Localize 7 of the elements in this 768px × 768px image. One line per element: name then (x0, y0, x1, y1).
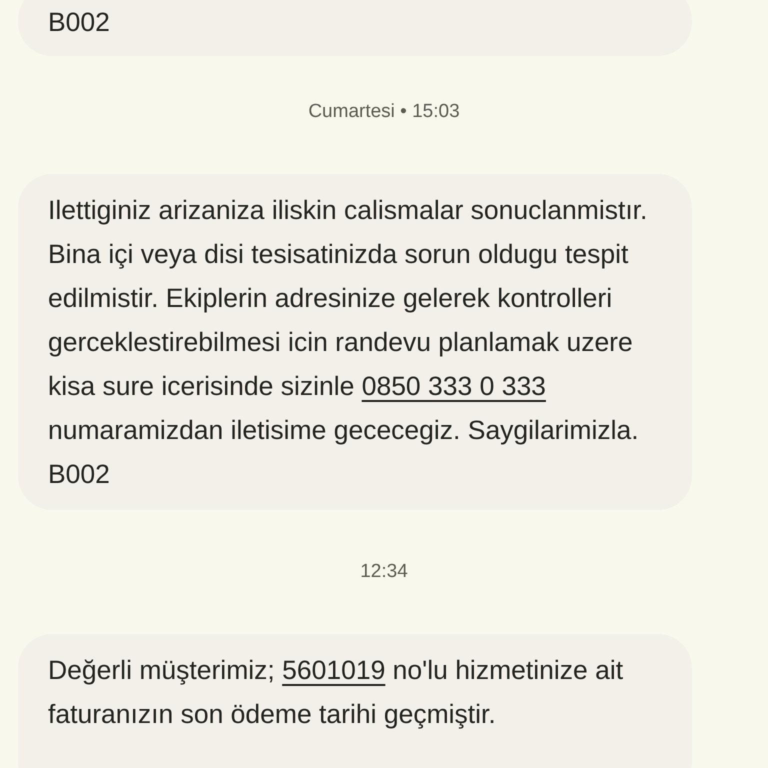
phone-number-link[interactable]: 5601019 (282, 655, 386, 685)
phone-number-link[interactable]: 0850 333 0 333 (362, 371, 546, 401)
message-timestamp: Cumartesi • 15:03 (308, 100, 460, 124)
message-text: Değerli müşterimiz; 5601019 no'lu hizmetinize ait faturanızın son ödeme tarihi geçmiştir. (48, 654, 624, 731)
message-text: B002 (48, 6, 111, 39)
message-text: Ilettiginiz arizaniza iliskin calismalar sonuclanmistır. Bina içi veya disi tesisatinizda sorun oldugu tespit edilmistir. Ekiplerin adresinize gelerek kontrolleri gerceklestirebilmesi icin randevu planlamak uzere kisa sure icerisinde sizinle 0850 333 0 333 numaramizdan iletisime gececegiz. Saygilarimizla. B002 (48, 194, 648, 491)
message-timestamp: 12:34 (360, 560, 408, 584)
